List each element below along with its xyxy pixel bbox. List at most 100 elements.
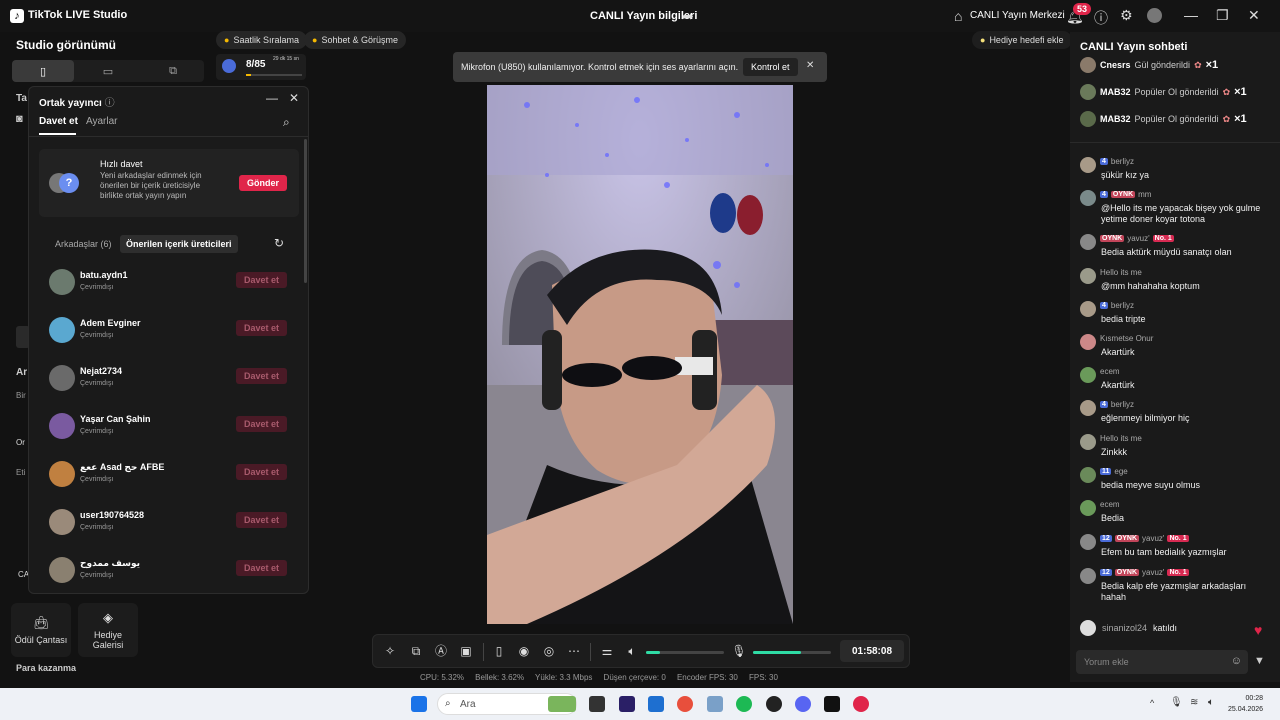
reward-bag-tile[interactable]: 👜︎ Ödül Çantası: [11, 603, 71, 657]
widget-icon[interactable]: [548, 696, 576, 712]
chat-user[interactable]: Hello its me: [1100, 268, 1142, 277]
notification-badge: 53: [1073, 3, 1092, 15]
ai-icon[interactable]: Ⓐ: [433, 643, 449, 659]
app-icon[interactable]: [766, 696, 782, 712]
volume-tray-icon[interactable]: 🔈︎: [1208, 697, 1214, 708]
help-icon[interactable]: ⓘ: [105, 98, 115, 109]
subtab-suggested[interactable]: Önerilen içerik üreticileri: [120, 235, 238, 253]
chevron-up-icon[interactable]: ^: [1150, 698, 1154, 708]
portrait-view-button[interactable]: ▯: [12, 60, 74, 82]
record-icon[interactable]: ◉: [516, 643, 532, 659]
mic-icon[interactable]: 🎙︎: [731, 643, 747, 659]
tab-invite[interactable]: Davet et: [39, 116, 78, 127]
tiktok-live-icon[interactable]: [853, 696, 869, 712]
chat-user[interactable]: berliyz: [1111, 157, 1134, 166]
cut-label-4: Or: [16, 438, 25, 447]
chrome-icon[interactable]: [677, 696, 693, 712]
fan-badge: OYNK: [1114, 569, 1140, 576]
dual-view-button[interactable]: ⧉: [142, 60, 204, 82]
minimize-icon[interactable]: —: [1184, 7, 1198, 23]
invite-button[interactable]: Davet et: [236, 272, 287, 288]
windows-start-icon[interactable]: [411, 696, 427, 712]
chat-user[interactable]: mm: [1138, 190, 1151, 199]
search-icon[interactable]: ⌕: [283, 115, 290, 130]
avatar: [49, 365, 75, 391]
maximize-icon[interactable]: ❐: [1216, 7, 1229, 24]
sliders-icon[interactable]: ⚌: [599, 643, 615, 659]
tab-settings[interactable]: Ayarlar: [86, 116, 118, 127]
gift-row: MAB32 Popüler Ol gönderildi ✿ ×1: [1080, 83, 1275, 101]
filter-icon[interactable]: ▼: [1254, 655, 1265, 667]
spotify-icon[interactable]: [736, 696, 752, 712]
home-icon[interactable]: ⌂: [954, 8, 962, 24]
minimize-panel-icon[interactable]: —: [266, 91, 278, 105]
chat-user[interactable]: Kısmetse Onur: [1100, 334, 1153, 343]
heart-icon[interactable]: ♥: [1254, 622, 1262, 638]
friend-name: batu.aydn1: [80, 270, 128, 280]
avatar[interactable]: [1147, 8, 1162, 23]
settings-icon[interactable]: [707, 696, 723, 712]
rank-badge: No. 1: [1152, 235, 1174, 242]
chat-user[interactable]: ecem: [1100, 500, 1120, 509]
hourly-ranking-pill[interactable]: ● Saatlik Sıralama: [216, 31, 307, 49]
camera-icon[interactable]: ◙: [16, 113, 23, 125]
gear-icon[interactable]: ⚙: [1120, 7, 1133, 24]
discord-icon[interactable]: [795, 696, 811, 712]
live-center-link[interactable]: CANLI Yayın Merkezi: [970, 10, 1065, 21]
camera-switch-icon[interactable]: ◎: [541, 643, 557, 659]
chevron-down-icon[interactable]: ⌄: [98, 39, 106, 50]
share-icon[interactable]: ➦: [682, 8, 694, 25]
chat-user[interactable]: Hello its me: [1100, 434, 1142, 443]
fan-badge: OYNK: [1110, 191, 1136, 198]
mic-tray-icon[interactable]: 🎙︎: [1170, 697, 1183, 708]
chat-text: Akartürk: [1101, 380, 1135, 390]
refresh-icon[interactable]: ↻: [274, 236, 284, 250]
outlook-icon[interactable]: [648, 696, 664, 712]
subtab-friends[interactable]: Arkadaşlar (6): [49, 235, 118, 253]
wifi-icon[interactable]: ≋: [1190, 697, 1198, 708]
gift-gallery-tile[interactable]: ◈ Hediye Galerisi: [78, 603, 138, 657]
level-badge: 4: [1100, 158, 1108, 165]
phone-icon[interactable]: ▯: [491, 643, 507, 659]
invite-button[interactable]: Davet et: [236, 320, 287, 336]
emoji-icon[interactable]: ☺: [1231, 655, 1242, 667]
close-panel-icon[interactable]: ✕: [289, 91, 299, 105]
tiktok-icon[interactable]: [824, 696, 840, 712]
invite-button[interactable]: Davet et: [236, 464, 287, 480]
caption-icon[interactable]: ▣: [458, 643, 474, 659]
scrollbar[interactable]: [304, 139, 307, 283]
chat-meet-pill[interactable]: ● Sohbet & Görüşme: [304, 31, 406, 49]
gift-text: Popüler Ol gönderildi: [1134, 87, 1219, 97]
invite-button[interactable]: Davet et: [236, 416, 287, 432]
bulb-icon: ●: [980, 35, 986, 45]
chat-user[interactable]: yavuz': [1127, 234, 1149, 243]
chat-user[interactable]: ege: [1114, 467, 1127, 476]
chat-user[interactable]: berliyz: [1111, 301, 1134, 310]
clock[interactable]: 00:28 25.04.2026: [1228, 693, 1263, 715]
progress-card[interactable]: 8/85 29 dk 15 sn: [216, 54, 306, 80]
send-button[interactable]: Gönder: [239, 175, 287, 191]
file-explorer-icon[interactable]: [589, 696, 605, 712]
invite-button[interactable]: Davet et: [236, 512, 287, 528]
speaker-icon[interactable]: 🔈︎: [624, 643, 640, 659]
chat-user[interactable]: yavuz': [1142, 568, 1164, 577]
invite-button[interactable]: Davet et: [236, 560, 287, 576]
close-toast-icon[interactable]: ✕: [806, 60, 814, 71]
more-icon[interactable]: ⋯: [566, 643, 582, 659]
gift-goal-pill[interactable]: ● Hediye hedefi ekle: [972, 31, 1072, 49]
after-effects-icon[interactable]: [619, 696, 635, 712]
mic-slider[interactable]: [753, 651, 831, 654]
check-button[interactable]: Kontrol et: [743, 58, 798, 76]
help-icon[interactable]: ⓘ: [1094, 8, 1108, 28]
layers-icon[interactable]: ⧉: [408, 643, 424, 659]
chat-user[interactable]: ecem: [1100, 367, 1120, 376]
comment-input[interactable]: Yorum ekle ☺: [1076, 650, 1248, 674]
chat-meta: ecem: [1100, 500, 1120, 509]
landscape-view-button[interactable]: ▭: [77, 60, 139, 82]
chat-user[interactable]: berliyz: [1111, 400, 1134, 409]
volume-slider[interactable]: [646, 651, 724, 654]
invite-button[interactable]: Davet et: [236, 368, 287, 384]
close-icon[interactable]: ✕: [1248, 7, 1260, 24]
magic-wand-icon[interactable]: ✧: [382, 643, 398, 659]
chat-user[interactable]: yavuz': [1142, 534, 1164, 543]
